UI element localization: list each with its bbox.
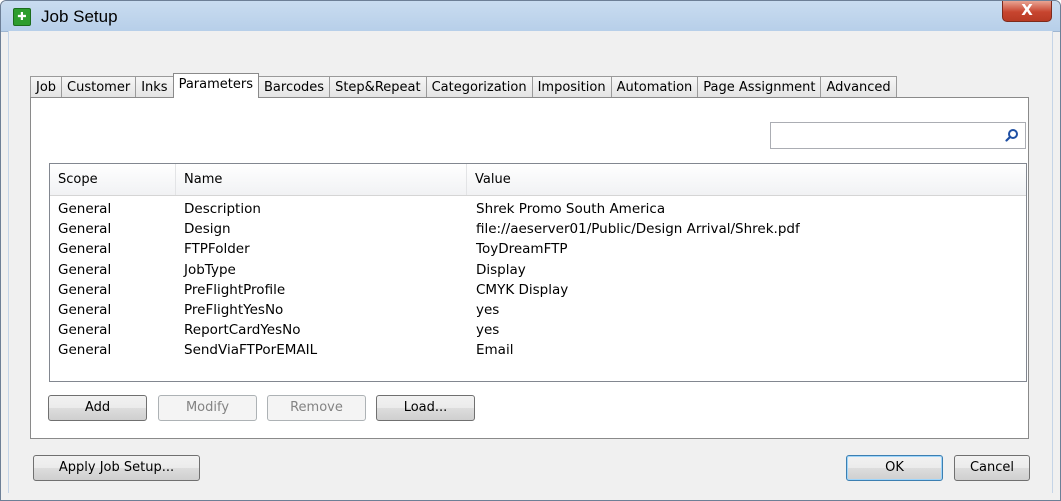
cancel-button[interactable]: Cancel (954, 455, 1030, 481)
close-button[interactable]: X (1002, 1, 1052, 22)
table-row[interactable]: General PreFlightProfile CMYK Display (50, 280, 1026, 300)
load-button[interactable]: Load... (376, 395, 475, 421)
window-title: Job Setup (41, 7, 118, 26)
search-icon[interactable] (1005, 128, 1019, 142)
cell-name: SendViaFTPorEMAIL (184, 342, 318, 359)
tab-automation[interactable]: Automation (610, 76, 699, 98)
modify-button[interactable]: Modify (158, 395, 257, 421)
tab-inks[interactable]: Inks (135, 76, 174, 98)
cell-scope: General (58, 322, 112, 339)
cell-scope: General (58, 301, 112, 318)
apply-job-setup-button[interactable]: Apply Job Setup... (33, 455, 200, 481)
tab-imposition[interactable]: Imposition (531, 76, 612, 98)
table-row[interactable]: General JobType Display (50, 260, 1026, 280)
table-row[interactable]: General FTPFolder ToyDreamFTP (50, 239, 1026, 259)
tab-customer[interactable]: Customer (61, 76, 137, 98)
cell-value: Shrek Promo South America (476, 201, 666, 217)
cell-scope: General (58, 241, 112, 258)
cell-value: Email (476, 342, 514, 359)
cell-value: file://aeserver01/Public/Design Arrival/… (476, 221, 800, 238)
title-bar[interactable]: ✚ Job Setup X (1, 1, 1060, 32)
tab-parameters[interactable]: Parameters (172, 73, 259, 98)
cell-value: yes (476, 301, 500, 318)
tab-barcodes[interactable]: Barcodes (258, 76, 331, 98)
table-row[interactable]: General Design file://aeserver01/Public/… (50, 219, 1026, 239)
cell-value: ToyDreamFTP (476, 241, 568, 258)
tab-step-repeat[interactable]: Step&Repeat (329, 76, 427, 98)
cell-value: yes (476, 322, 500, 339)
column-header-value[interactable]: Value (467, 164, 1026, 195)
add-button[interactable]: Add (48, 395, 147, 421)
tab-bar: Job Customer Inks Parameters Barcodes St… (30, 73, 897, 98)
parameters-table[interactable]: Scope Name Value General Description Shr… (49, 163, 1027, 382)
cell-name: ReportCardYesNo (184, 322, 301, 339)
cell-name: JobType (184, 261, 236, 278)
cell-scope: General (58, 221, 112, 238)
cell-scope: General (58, 281, 112, 298)
table-row[interactable]: General ReportCardYesNo yes (50, 320, 1026, 340)
ok-button[interactable]: OK (846, 455, 943, 481)
app-icon: ✚ (13, 8, 31, 26)
table-row[interactable]: General SendViaFTPorEMAIL Email (50, 340, 1026, 360)
cell-scope: General (58, 342, 112, 359)
tab-advanced[interactable]: Advanced (820, 76, 897, 98)
cell-scope: General (58, 201, 112, 217)
table-row[interactable]: General PreFlightYesNo yes (50, 300, 1026, 320)
cell-scope: General (58, 261, 112, 278)
cell-name: PreFlightYesNo (184, 301, 284, 318)
cell-value: CMYK Display (476, 281, 569, 298)
cell-value: Display (476, 261, 526, 278)
table-header: Scope Name Value (50, 164, 1026, 196)
column-header-name[interactable]: Name (176, 164, 467, 195)
remove-button[interactable]: Remove (267, 395, 366, 421)
tab-categorization[interactable]: Categorization (425, 76, 533, 98)
cell-name: PreFlightProfile (184, 281, 286, 298)
cell-name: FTPFolder (184, 241, 250, 258)
cell-name: Design (184, 221, 231, 238)
tab-job[interactable]: Job (30, 76, 63, 98)
tab-page-assignment[interactable]: Page Assignment (697, 76, 822, 98)
column-header-scope[interactable]: Scope (50, 164, 176, 195)
search-input[interactable] (770, 122, 1026, 149)
cell-name: Description (184, 201, 261, 217)
table-row[interactable]: General Description Shrek Promo South Am… (50, 199, 1026, 219)
table-body: General Description Shrek Promo South Am… (50, 199, 1026, 361)
